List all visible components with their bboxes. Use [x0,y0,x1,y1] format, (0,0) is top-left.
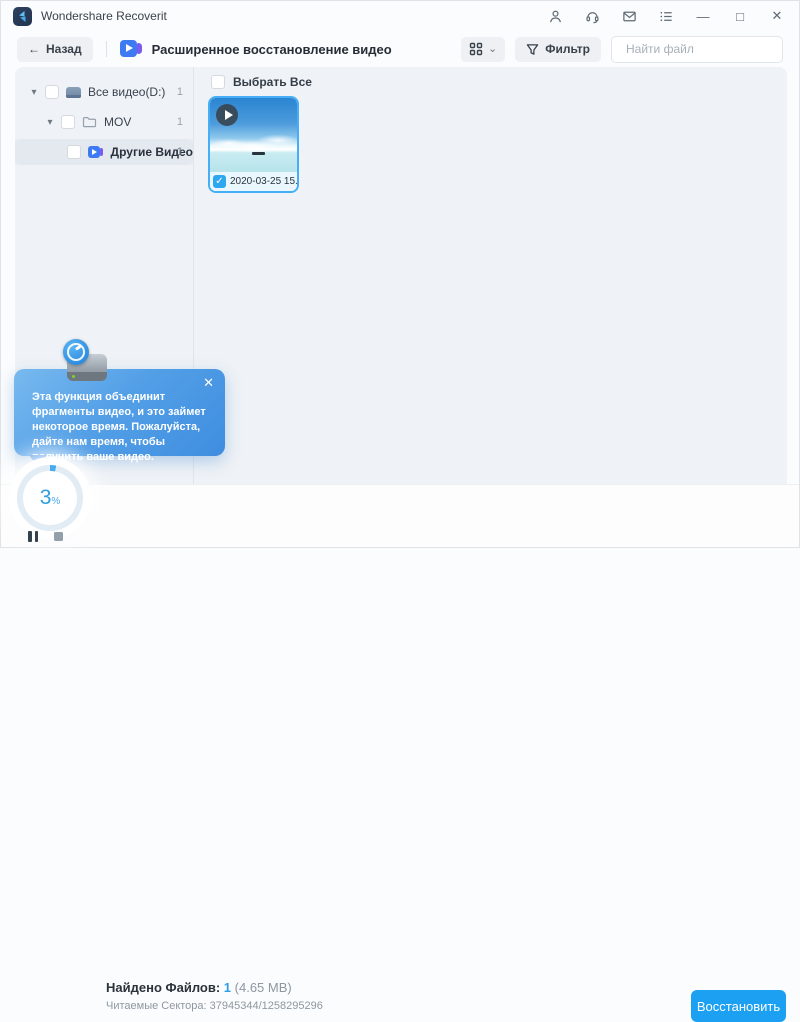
select-all-label: Выбрать Все [233,75,312,89]
file-checkbox-checked[interactable]: ✓ [213,175,226,188]
tree-item-count: 1 [176,146,183,158]
sectors-label: Читаемые Сектора: [106,1000,207,1012]
chevron-down-icon: ⌄ [488,43,498,55]
tree-item-mov[interactable]: ▾ MOV 1 [15,109,193,135]
grid-view-icon [469,42,483,56]
tooltip-text: Эта функция объединит фрагменты видео, и… [32,391,206,463]
recoverit-logo-icon [13,6,32,26]
back-arrow-icon: ← [28,42,40,56]
video-file-icon [88,145,104,159]
drive-icon [66,86,81,98]
found-files-label: Найдено Файлов: [106,980,221,995]
thumbnail-caption: ✓ 2020-03-25 15.... [210,172,297,191]
video-thumbnail-image [210,98,297,172]
select-all-checkbox[interactable] [211,75,225,89]
filter-button[interactable]: Фильтр [515,36,601,62]
tree-item-label: MOV [104,115,132,129]
play-icon[interactable] [216,104,238,126]
support-headset-icon[interactable] [584,8,600,24]
window-title: Wondershare Recoverit [41,9,167,23]
tree-checkbox[interactable] [67,145,81,159]
tree-item-all-videos[interactable]: ▾ Все видео(D:) 1 [15,79,193,105]
recoverit-window: { "window": { "title": "Wondershare Reco… [0,0,800,1022]
back-button[interactable]: ← Назад [17,36,93,62]
tree-item-other-videos[interactable]: Другие Видео 1 [15,139,193,165]
view-mode-dropdown[interactable]: ⌄ [461,36,506,62]
scan-progress-circle: 3 % [17,465,83,531]
sectors-value: 37945344/1258295296 [209,1000,323,1012]
titlebar: Wondershare Recoverit — □ ✕ [1,1,799,31]
scan-tooltip: Эта функция объединит фрагменты видео, и… [14,369,225,463]
select-all-row[interactable]: Выбрать Все [211,75,312,89]
progress-percent-sign: % [51,496,61,507]
funnel-icon [526,43,539,55]
search-input[interactable] [626,42,781,56]
toolbar-separator [105,41,107,57]
footer-bar: Найдено Файлов: 1 (4.65 MB) Читаемые Сек… [1,484,799,1022]
screen-title: Расширенное восстановление видео [151,41,392,57]
tree-checkbox[interactable] [61,115,75,129]
tree-item-count: 1 [176,116,183,128]
feedback-mail-icon[interactable] [621,8,637,24]
video-thumbnail-card[interactable]: ✓ 2020-03-25 15.... [208,96,299,193]
menu-list-icon[interactable] [658,8,674,24]
tree-checkbox[interactable] [45,85,59,99]
folder-icon [82,117,97,128]
boat-in-thumbnail [252,152,265,155]
maximize-button[interactable]: □ [732,8,748,24]
filter-label: Фильтр [545,42,590,56]
close-button[interactable]: ✕ [769,8,785,24]
tooltip-close-icon[interactable]: ✕ [203,375,214,391]
found-files-count: 1 [223,980,232,995]
tree-item-count: 1 [176,86,183,98]
tree-caret-icon[interactable]: ▾ [45,117,55,128]
gauge-badge-icon [63,339,89,365]
tree-caret-icon[interactable]: ▾ [29,87,39,98]
advanced-video-recovery-icon [119,40,144,58]
back-label: Назад [46,42,82,56]
recover-button[interactable]: Восстановить [691,990,786,1022]
progress-percent-value: 3 [39,486,52,509]
account-icon[interactable] [547,8,563,24]
minimize-button[interactable]: — [695,8,711,24]
file-name: 2020-03-25 15.... [230,176,299,187]
drive-scan-icon [63,339,109,381]
found-files-size: (4.65 MB) [234,980,292,995]
tree-item-label: Все видео(D:) [88,85,166,99]
toolbar: ← Назад Расширенное восстановление видео… [1,31,799,67]
search-box[interactable] [611,35,783,63]
stop-button[interactable] [54,532,63,541]
pause-button[interactable] [28,531,40,542]
scan-stats: Найдено Файлов: 1 (4.65 MB) Читаемые Сек… [106,980,323,1012]
